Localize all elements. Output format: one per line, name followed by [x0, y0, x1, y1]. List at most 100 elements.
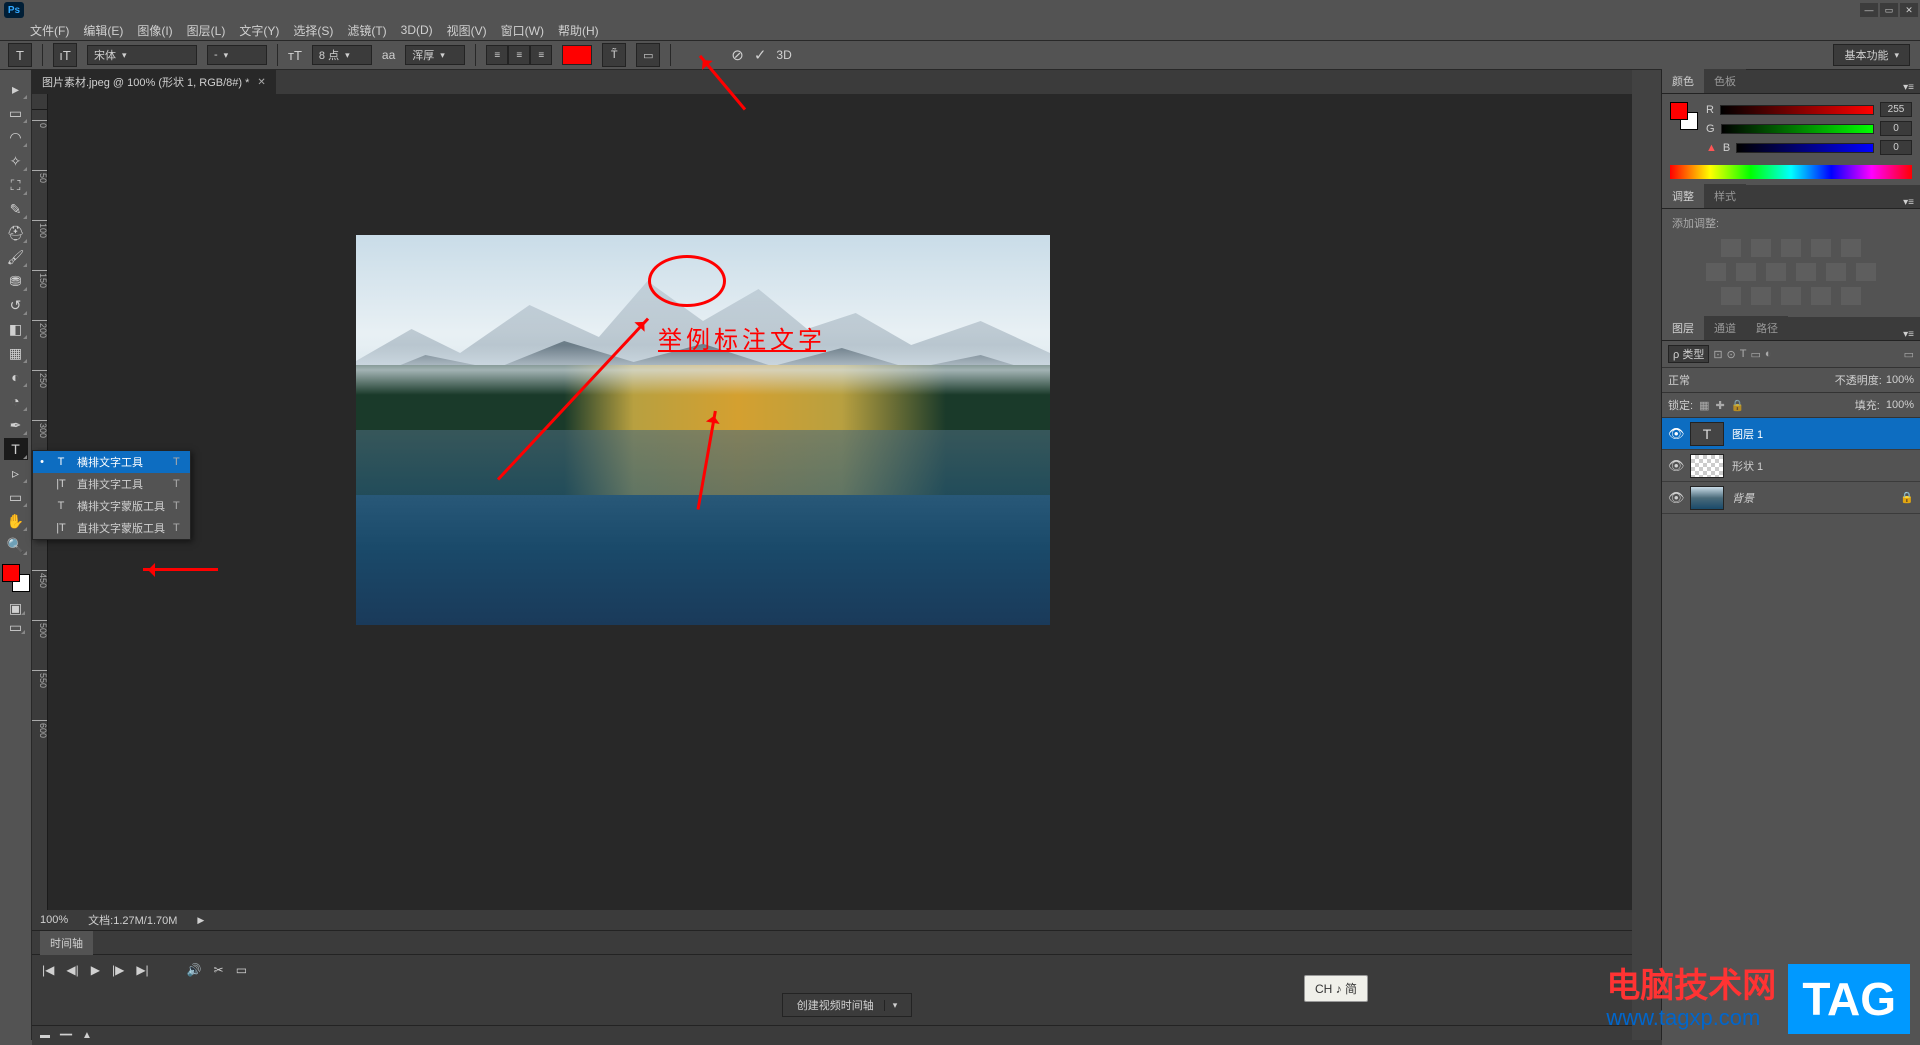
- close-icon[interactable]: ✕: [257, 77, 265, 88]
- align-right-button[interactable]: ≡: [530, 45, 552, 65]
- pen-tool-icon[interactable]: ✒: [4, 414, 28, 436]
- shape-tool-icon[interactable]: ▭: [4, 486, 28, 508]
- commit-text-button[interactable]: ✓: [754, 46, 767, 64]
- timeline-transition-icon[interactable]: ▭: [236, 963, 247, 977]
- tab-adjustments[interactable]: 调整: [1662, 184, 1704, 208]
- adj-selective-color-icon[interactable]: [1841, 287, 1861, 305]
- doc-size-info[interactable]: 文档:1.27M/1.70M: [88, 912, 177, 928]
- layer-thumbnail[interactable]: T: [1690, 422, 1724, 446]
- flyout-vertical-type-mask[interactable]: |T 直排文字蒙版工具 T: [33, 517, 190, 539]
- r-slider[interactable]: [1720, 105, 1874, 115]
- panel-menu-icon[interactable]: ▾≡: [1897, 82, 1920, 93]
- menu-type[interactable]: 文字(Y): [239, 22, 279, 39]
- visibility-icon[interactable]: 👁: [1668, 490, 1682, 506]
- heal-tool-icon[interactable]: ⛑: [4, 222, 28, 244]
- brush-tool-icon[interactable]: 🖌: [4, 246, 28, 268]
- screenmode-button[interactable]: ▭: [6, 619, 26, 635]
- window-close-button[interactable]: ✕: [1900, 3, 1918, 17]
- timeline-tab[interactable]: 时间轴: [40, 931, 93, 955]
- timeline-split-icon[interactable]: ✂: [214, 963, 224, 977]
- tab-styles[interactable]: 样式: [1704, 184, 1746, 208]
- text-orientation-button[interactable]: ıT: [53, 43, 77, 67]
- adj-bw-icon[interactable]: [1766, 263, 1786, 281]
- panel-fg-swatch[interactable]: [1670, 102, 1688, 120]
- eraser-tool-icon[interactable]: ◧: [4, 318, 28, 340]
- visibility-icon[interactable]: 👁: [1668, 426, 1682, 442]
- lock-all-icon[interactable]: 🔒: [1731, 399, 1745, 412]
- magic-wand-tool-icon[interactable]: ✧: [4, 150, 28, 172]
- adj-levels-icon[interactable]: [1751, 239, 1771, 257]
- layer-filter-kind[interactable]: ρ 类型: [1668, 345, 1709, 363]
- tool-preset-button[interactable]: T: [8, 43, 32, 67]
- crop-tool-icon[interactable]: ⛶: [4, 174, 28, 196]
- menu-filter[interactable]: 滤镜(T): [347, 22, 386, 39]
- layer-thumbnail[interactable]: [1690, 454, 1724, 478]
- timeline-prev-frame-icon[interactable]: ◀|: [66, 963, 78, 977]
- adj-lookup-icon[interactable]: [1856, 263, 1876, 281]
- b-slider[interactable]: [1736, 143, 1874, 153]
- adj-vibrance-icon[interactable]: [1841, 239, 1861, 257]
- g-value[interactable]: 0: [1880, 121, 1912, 136]
- g-slider[interactable]: [1721, 124, 1874, 134]
- zoom-tool-icon[interactable]: 🔍: [4, 534, 28, 556]
- antialias-select[interactable]: 浑厚: [405, 45, 465, 65]
- flyout-vertical-type[interactable]: |T 直排文字工具 T: [33, 473, 190, 495]
- menu-view[interactable]: 视图(V): [447, 22, 487, 39]
- adj-balance-icon[interactable]: [1736, 263, 1756, 281]
- tab-channels[interactable]: 通道: [1704, 316, 1746, 340]
- blend-mode-select[interactable]: 正常: [1668, 372, 1748, 388]
- panel-menu-icon[interactable]: ▾≡: [1897, 197, 1920, 208]
- menu-layer[interactable]: 图层(L): [187, 22, 226, 39]
- tab-paths[interactable]: 路径: [1746, 316, 1788, 340]
- flyout-horizontal-type[interactable]: •T 横排文字工具 T: [33, 451, 190, 473]
- adj-gradient-map-icon[interactable]: [1811, 287, 1831, 305]
- workspace-switcher[interactable]: 基本功能: [1833, 44, 1910, 66]
- lock-position-icon[interactable]: ✚: [1715, 399, 1724, 412]
- blur-tool-icon[interactable]: ◐: [4, 366, 28, 388]
- menu-edit[interactable]: 编辑(E): [83, 22, 123, 39]
- zoom-level[interactable]: 100%: [40, 914, 68, 926]
- quickmask-button[interactable]: ▣: [6, 600, 26, 616]
- timeline-play-icon[interactable]: ▶: [91, 963, 100, 977]
- eyedropper-tool-icon[interactable]: ✎: [4, 198, 28, 220]
- lasso-tool-icon[interactable]: ◠: [4, 126, 28, 148]
- cancel-text-button[interactable]: ⊘: [731, 46, 744, 64]
- menu-file[interactable]: 文件(F): [30, 22, 69, 39]
- r-value[interactable]: 255: [1880, 102, 1912, 117]
- panel-menu-icon[interactable]: ▾≡: [1897, 329, 1920, 340]
- create-video-timeline-button[interactable]: 创建视频时间轴: [782, 993, 913, 1017]
- window-minimize-button[interactable]: —: [1860, 3, 1878, 17]
- layer-name[interactable]: 图层 1: [1732, 426, 1763, 442]
- adj-brightness-icon[interactable]: [1721, 239, 1741, 257]
- timeline-last-frame-icon[interactable]: ▶|: [136, 963, 148, 977]
- foreground-color-swatch[interactable]: [2, 564, 20, 582]
- window-restore-button[interactable]: ▭: [1880, 3, 1898, 17]
- gradient-tool-icon[interactable]: ▦: [4, 342, 28, 364]
- timeline-zoom-slider[interactable]: ━━: [60, 1030, 72, 1041]
- layer-name[interactable]: 背景: [1732, 490, 1754, 506]
- opacity-value[interactable]: 100%: [1886, 374, 1914, 386]
- layer-row[interactable]: 👁 T 图层 1: [1662, 418, 1920, 450]
- marquee-tool-icon[interactable]: ▭: [4, 102, 28, 124]
- move-tool-icon[interactable]: ▸: [4, 78, 28, 100]
- visibility-icon[interactable]: 👁: [1668, 458, 1682, 474]
- menu-3d[interactable]: 3D(D): [401, 23, 433, 37]
- filter-toggle[interactable]: ▭: [1904, 348, 1914, 361]
- tab-color[interactable]: 颜色: [1662, 69, 1704, 93]
- color-spectrum[interactable]: [1670, 165, 1912, 179]
- tab-layers[interactable]: 图层: [1662, 316, 1704, 340]
- layer-name[interactable]: 形状 1: [1732, 458, 1763, 474]
- layer-row[interactable]: 👁 背景 🔒: [1662, 482, 1920, 514]
- document-tab[interactable]: 图片素材.jpeg @ 100% (形状 1, RGB/8#) * ✕: [32, 70, 276, 94]
- font-size-select[interactable]: 8 点: [312, 45, 372, 65]
- layer-row[interactable]: 👁 形状 1: [1662, 450, 1920, 482]
- menu-window[interactable]: 窗口(W): [501, 22, 544, 39]
- menu-image[interactable]: 图像(I): [137, 22, 172, 39]
- b-value[interactable]: 0: [1880, 140, 1912, 155]
- adj-posterize-icon[interactable]: [1751, 287, 1771, 305]
- flyout-horizontal-type-mask[interactable]: T 横排文字蒙版工具 T: [33, 495, 190, 517]
- font-style-select[interactable]: -: [207, 45, 267, 65]
- timeline-next-frame-icon[interactable]: |▶: [112, 963, 124, 977]
- align-center-button[interactable]: ≡: [508, 45, 530, 65]
- warp-text-button[interactable]: T̃: [602, 43, 626, 67]
